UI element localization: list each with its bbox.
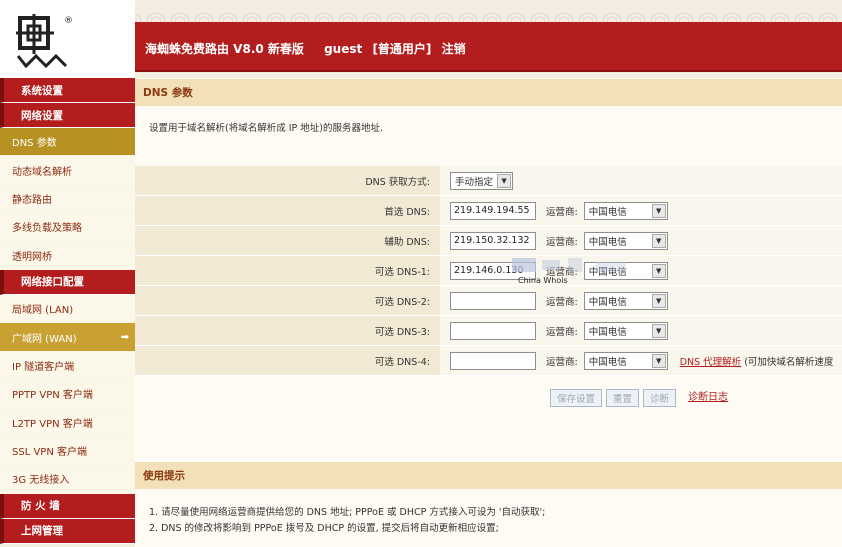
chevron-down-icon: ▼ [651, 233, 666, 248]
sidebar: 系统设置 网络设置 DNS 参数 动态域名解析 静态路由 多线负载及策略 透明网… [0, 78, 135, 547]
section-title-tips: 使用提示 [135, 461, 842, 489]
sidebar-item-ssl[interactable]: SSL VPN 客户端 [0, 436, 135, 466]
chevron-down-icon: ▼ [651, 293, 666, 308]
main-content: DNS 参数 设置用于域名解析(将域名解析成 IP 地址)的服务器地址. DNS… [135, 78, 842, 547]
app-name: 海蜘蛛免费路由 V8.0 新春版 [145, 42, 304, 56]
form-row-dns-secondary: 辅助 DNS: 运营商: 中国电信 ▼ [135, 226, 842, 256]
action-buttons: 保存设置 重置 诊断 诊断日志 [135, 376, 842, 461]
isp-label: 运营商: [546, 356, 578, 368]
isp-label: 运营商: [546, 236, 578, 248]
dns-3-isp-select[interactable]: 中国电信 ▼ [583, 321, 668, 340]
diagnose-log-link[interactable]: 诊断日志 [688, 389, 728, 407]
chevron-down-icon: ▼ [651, 263, 666, 278]
sidebar-item-multiline[interactable]: 多线负载及策略 [0, 213, 135, 242]
dns-2-isp-select[interactable]: 中国电信 ▼ [583, 291, 668, 310]
dns-proxy-link[interactable]: DNS 代理解析 [680, 354, 741, 368]
isp-label: 运营商: [546, 326, 578, 338]
dns-primary-label: 首选 DNS: [135, 196, 440, 225]
isp-select-value: 中国电信 [588, 296, 627, 308]
logout-link[interactable]: 注销 [442, 42, 466, 56]
sidebar-item-3g[interactable]: 3G 无线接入 [0, 465, 135, 494]
save-button[interactable]: 保存设置 [550, 389, 603, 407]
section-title-dns: DNS 参数 [135, 78, 842, 106]
mode-select[interactable]: 手动指定 ▼ [450, 171, 514, 190]
header-bar: 海蜘蛛免费路由 V8.0 新春版 guest [普通用户] 注销 [135, 22, 842, 72]
sidebar-item-wan[interactable]: 广域网 (WAN) ➡ [0, 323, 135, 352]
form-row-dns-3: 可选 DNS-3: 运营商: 中国电信 ▼ [135, 316, 842, 346]
current-user: guest [324, 42, 363, 56]
diagnose-button[interactable]: 诊断 [643, 389, 677, 407]
isp-select-value: 中国电信 [588, 206, 627, 218]
dns-primary-input[interactable] [450, 201, 536, 220]
sidebar-item-wan-label: 广域网 (WAN) [12, 333, 77, 345]
sidebar-item-ddns[interactable]: 动态域名解析 [0, 156, 135, 185]
dns-proxy-note: (可加快域名解析速度 [744, 356, 834, 368]
chevron-down-icon: ▼ [651, 203, 666, 218]
dns-3-input[interactable] [450, 321, 536, 340]
chevron-down-icon: ▼ [651, 323, 666, 338]
tip-line: 2. DNS 的修改将影响到 PPPoE 拨号及 DHCP 的设置, 提交后将自… [149, 523, 499, 534]
header-title: 海蜘蛛免费路由 V8.0 新春版 guest [普通用户] 注销 [145, 40, 482, 57]
sidebar-group-interfaces[interactable]: 网络接口配置 [0, 269, 135, 295]
tips-list: 1. 请尽量使用网络运营商提供给您的 DNS 地址; PPPoE 或 DHCP … [135, 489, 842, 537]
dns-2-input[interactable] [450, 291, 536, 310]
user-role: [普通用户] [372, 42, 432, 56]
dns-secondary-input[interactable] [450, 231, 536, 250]
sidebar-group-system[interactable]: 系统设置 [0, 78, 135, 103]
sidebar-group-internet-mgmt[interactable]: 上网管理 [0, 518, 135, 544]
watermark-text: China Whois [518, 276, 568, 285]
isp-select-value: 中国电信 [588, 236, 627, 248]
sidebar-item-dns[interactable]: DNS 参数 [0, 128, 135, 157]
logo: ® [0, 0, 135, 78]
sidebar-item-bridge[interactable]: 透明网桥 [0, 241, 135, 270]
sidebar-group-firewall[interactable]: 防 火 墙 [0, 493, 135, 519]
section-description: 设置用于域名解析(将域名解析成 IP 地址)的服务器地址. [149, 123, 384, 134]
dns-form: DNS 获取方式: 手动指定 ▼ 首选 DNS: 运营商: 中国电信 ▼ 辅助 … [135, 166, 842, 376]
form-row-dns-1: 可选 DNS-1: 运营商: 中国电信 ▼ [135, 256, 842, 286]
isp-select-value: 中国电信 [588, 356, 627, 368]
mode-select-value: 手动指定 [455, 176, 494, 188]
dns-2-label: 可选 DNS-2: [135, 286, 440, 315]
dns-4-label: 可选 DNS-4: [135, 346, 440, 375]
dns-4-input[interactable] [450, 351, 536, 370]
sidebar-item-static-route[interactable]: 静态路由 [0, 184, 135, 214]
dns-4-isp-select[interactable]: 中国电信 ▼ [583, 351, 668, 370]
form-row-mode: DNS 获取方式: 手动指定 ▼ [135, 166, 842, 196]
watermark-overlay: China Whois [512, 258, 632, 286]
dns-3-label: 可选 DNS-3: [135, 316, 440, 345]
dns-1-label: 可选 DNS-1: [135, 256, 440, 285]
form-row-dns-4: 可选 DNS-4: 运营商: 中国电信 ▼ DNS 代理解析 (可加快域名解析速… [135, 346, 842, 376]
form-row-dns-2: 可选 DNS-2: 运营商: 中国电信 ▼ [135, 286, 842, 316]
isp-label: 运营商: [546, 296, 578, 308]
form-row-dns-primary: 首选 DNS: 运营商: 中国电信 ▼ [135, 196, 842, 226]
sidebar-item-pptp[interactable]: PPTP VPN 客户端 [0, 380, 135, 409]
isp-label: 运营商: [546, 206, 578, 218]
dns-secondary-isp-select[interactable]: 中国电信 ▼ [583, 231, 668, 250]
sidebar-item-ip-tunnel[interactable]: IP 隧道客户端 [0, 351, 135, 381]
dns-secondary-label: 辅助 DNS: [135, 226, 440, 255]
tip-line: 1. 请尽量使用网络运营商提供给您的 DNS 地址; PPPoE 或 DHCP … [149, 507, 546, 518]
dns-primary-isp-select[interactable]: 中国电信 ▼ [583, 201, 668, 220]
sidebar-item-l2tp[interactable]: L2TP VPN 客户端 [0, 408, 135, 437]
sidebar-item-lan[interactable]: 局域网 (LAN) [0, 294, 135, 324]
sidebar-group-network[interactable]: 网络设置 [0, 103, 135, 128]
chevron-down-icon: ▼ [651, 353, 666, 368]
chevron-down-icon: ▼ [497, 173, 512, 188]
arrow-right-icon: ➡ [120, 331, 129, 343]
registered-mark: ® [64, 16, 73, 26]
mode-label: DNS 获取方式: [135, 166, 440, 195]
reset-button[interactable]: 重置 [606, 389, 640, 407]
isp-select-value: 中国电信 [588, 326, 627, 338]
